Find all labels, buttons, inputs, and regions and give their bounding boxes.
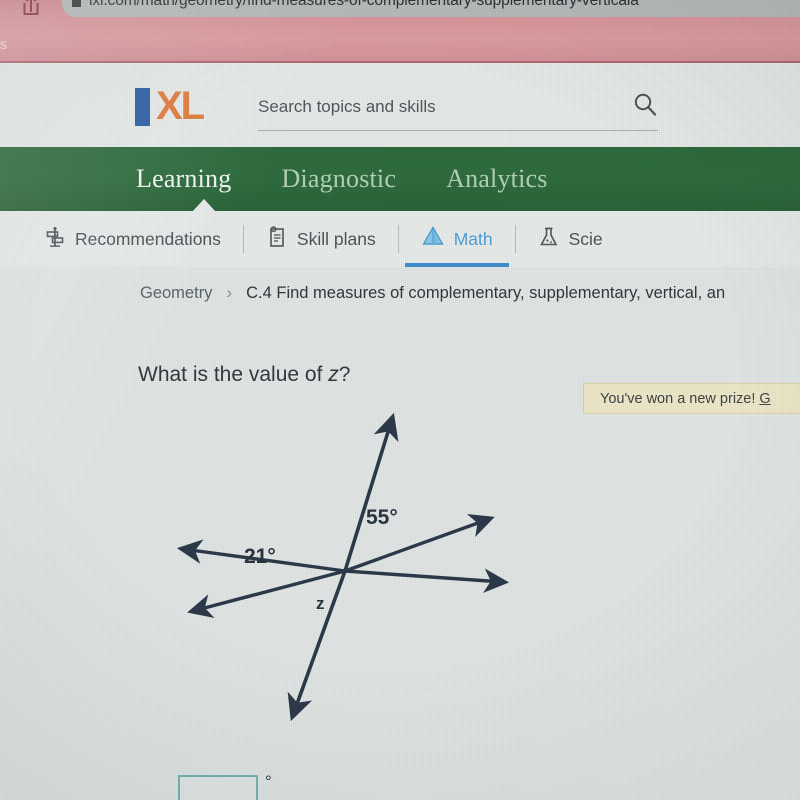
browser-chrome: ixl.com/math/geometry/find-measures-of-c…	[0, 0, 800, 63]
tab-recommendations[interactable]: Recommendations	[22, 211, 243, 267]
nav-active-caret	[192, 199, 216, 212]
tab-math[interactable]: Math	[399, 211, 515, 267]
tab-science[interactable]: Scie	[516, 211, 625, 267]
nav-item-analytics[interactable]: Analytics	[446, 164, 547, 194]
tab-label-math: Math	[453, 228, 493, 249]
ixl-logo[interactable]: XL	[135, 84, 205, 128]
search-icon[interactable]	[632, 91, 658, 122]
degree-symbol: °	[265, 772, 272, 791]
screenshot-photo: XL Learning Diagnostic Analytics	[0, 0, 800, 800]
logo-i-bar	[135, 88, 150, 126]
search-bar[interactable]	[258, 91, 658, 131]
nav-item-diagnostic[interactable]: Diagnostic	[281, 164, 396, 194]
url-text: ixl.com/math/geometry/find-measures-of-c…	[89, 0, 639, 9]
question-variable: z	[328, 363, 339, 386]
lock-icon	[72, 0, 81, 7]
angle-label-21: 21°	[244, 545, 276, 568]
breadcrumb-geometry[interactable]: Geometry	[140, 284, 212, 303]
breadcrumb: Geometry › C.4 Find measures of compleme…	[0, 271, 800, 315]
toast-link[interactable]: G	[759, 391, 770, 407]
chevron-right-icon: ›	[226, 283, 233, 302]
ray-down-left	[287, 570, 347, 722]
breadcrumb-skill: C.4 Find measures of complementary, supp…	[246, 283, 726, 302]
toast-message: You've won a new prize!	[600, 390, 756, 407]
pyramid-icon	[421, 225, 445, 254]
question-suffix: ?	[338, 363, 351, 386]
signpost-icon	[44, 226, 66, 253]
tab-label-skill-plans: Skill plans	[296, 228, 376, 249]
question-prompt: What is the value of z?	[138, 363, 350, 387]
question-prefix: What is the value of	[138, 363, 329, 386]
ixl-page: XL Learning Diagnostic Analytics	[0, 63, 800, 800]
ray-up-right	[343, 412, 399, 572]
subject-tab-bar: Recommendations Skill plans Math Scie	[0, 211, 800, 267]
url-bar[interactable]: ixl.com/math/geometry/find-measures-of-c…	[62, 0, 800, 17]
prize-toast[interactable]: You've won a new prize! G	[583, 383, 800, 414]
tab-skill-plans[interactable]: Skill plans	[244, 211, 398, 267]
primary-nav: Learning Diagnostic Analytics	[0, 147, 800, 211]
logo-xl-text: XL	[156, 84, 205, 128]
share-icon[interactable]	[18, 0, 44, 18]
search-input[interactable]	[258, 96, 578, 117]
geometry-figure: 55° 21° z	[170, 399, 530, 739]
answer-input[interactable]	[178, 775, 258, 800]
tab-label-science: Scie	[568, 228, 603, 249]
flask-icon	[538, 226, 560, 253]
tab-label-recommendations: Recommendations	[75, 228, 221, 249]
nav-item-learning[interactable]: Learning	[136, 164, 231, 194]
angle-label-55: 55°	[366, 506, 398, 529]
ray-right-lower	[344, 568, 510, 593]
site-header: XL	[0, 63, 800, 147]
answer-entry: °	[178, 772, 272, 800]
clipboard-icon	[266, 225, 288, 253]
angle-label-z: z	[316, 594, 325, 613]
tab-title-fragment: s	[0, 36, 7, 52]
